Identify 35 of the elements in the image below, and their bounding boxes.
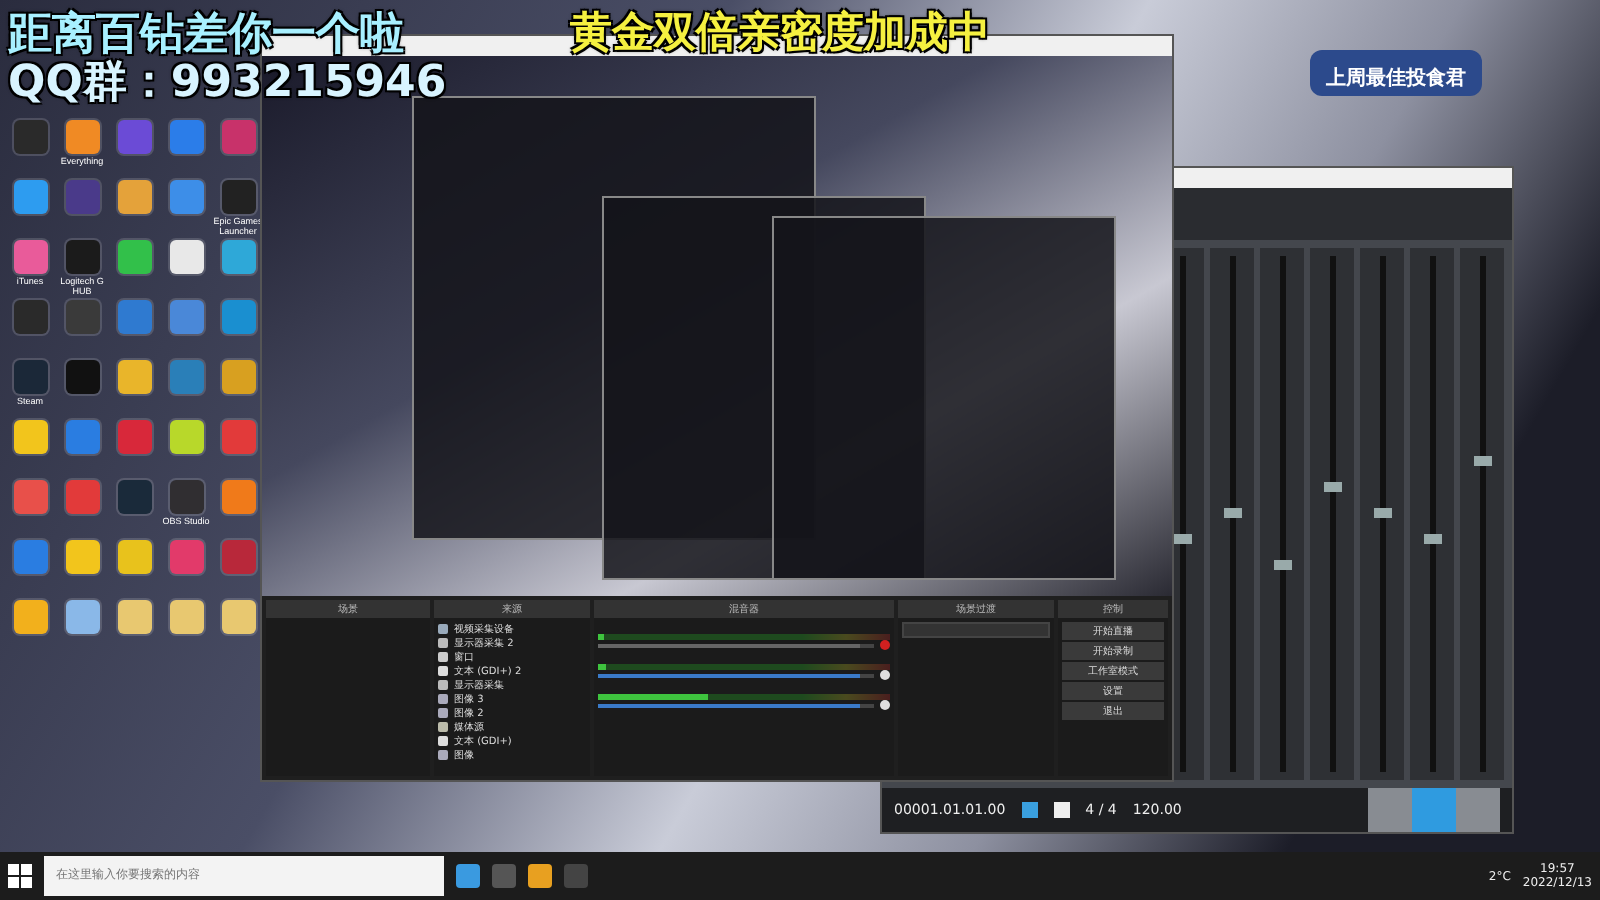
app-icon[interactable] (117, 540, 151, 574)
app-icon[interactable] (13, 420, 47, 454)
app-icon[interactable] (117, 360, 151, 394)
volume-fader[interactable] (1273, 559, 1291, 570)
stop-button[interactable] (1021, 802, 1038, 818)
browser-icon[interactable] (456, 864, 480, 888)
app-icon[interactable] (13, 600, 47, 634)
app-icon[interactable] (117, 180, 151, 214)
qq-group-text: QQ群：993215946 (8, 56, 447, 112)
app-icon[interactable] (13, 180, 47, 214)
transition-select[interactable] (902, 622, 1050, 638)
app-icon[interactable] (169, 240, 203, 274)
app-icon[interactable] (65, 540, 99, 574)
app-icon[interactable] (13, 240, 47, 274)
volume-fader[interactable] (1323, 482, 1341, 493)
app-icon[interactable] (117, 240, 151, 274)
volume-fader[interactable] (1223, 508, 1241, 518)
app-icon[interactable] (117, 600, 151, 634)
volume-fader[interactable] (1473, 456, 1491, 467)
app-icon[interactable] (65, 120, 99, 154)
app-icon[interactable] (169, 600, 203, 634)
volume-fader[interactable] (1423, 533, 1441, 544)
app-icon[interactable] (221, 600, 255, 634)
app-icon[interactable] (65, 600, 99, 634)
app-icon[interactable] (221, 240, 255, 274)
app-icon[interactable] (221, 180, 255, 214)
app-icon[interactable] (221, 360, 255, 394)
volume-fader[interactable] (1373, 508, 1391, 518)
app-icon[interactable] (65, 240, 99, 274)
play-button[interactable] (1053, 802, 1070, 818)
app-icon[interactable] (169, 420, 203, 454)
app-icon[interactable] (65, 360, 99, 394)
volume-fader[interactable] (1173, 533, 1191, 544)
start-icon[interactable] (8, 864, 32, 888)
badge-banner: 上周最佳投食君 (1310, 50, 1482, 96)
